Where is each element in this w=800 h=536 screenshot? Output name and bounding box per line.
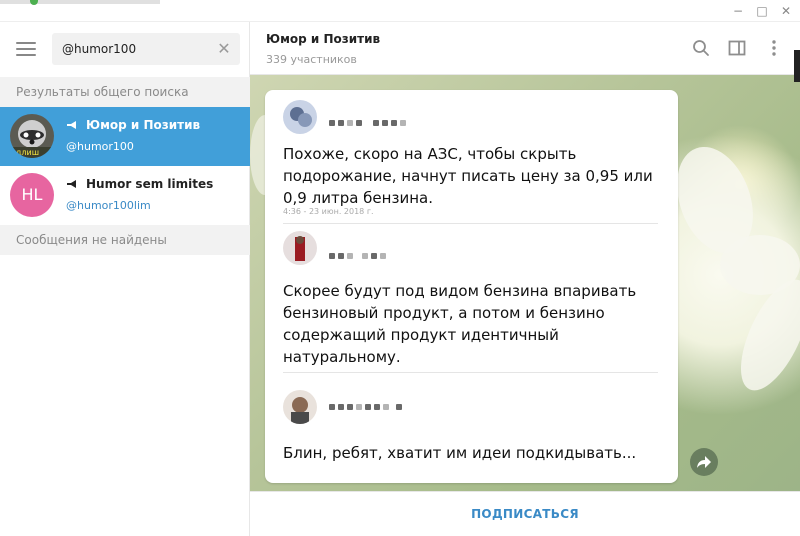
chat-panel: Юмор и Позитив 339 участников Похоже, ск… <box>250 22 800 536</box>
search-result-humor100lim[interactable]: HL Humor sem limites @humor100lim <box>0 166 250 225</box>
author-name-blurred <box>329 395 405 410</box>
author-name-blurred <box>329 244 389 259</box>
message-divider <box>283 223 658 224</box>
result-title-text: Humor sem limites <box>86 177 214 191</box>
search-result-humor100[interactable]: одлиш Юмор и Позитив @humor100 <box>0 107 250 166</box>
avatar-caption: одлиш <box>11 148 39 157</box>
section-global-results: Результаты общего поиска <box>0 77 250 107</box>
author-avatar <box>283 231 317 265</box>
channel-avatar-initials: HL <box>10 173 54 217</box>
title-bar: − □ ✕ <box>0 0 800 22</box>
chat-subtitle: 339 участников <box>266 53 357 66</box>
forward-icon <box>697 456 711 468</box>
forward-button[interactable] <box>690 448 718 476</box>
message-text: Скорее будут под видом бензина впаривать… <box>283 282 637 366</box>
channel-avatar: одлиш <box>10 114 54 158</box>
message-divider <box>283 372 658 373</box>
clear-search-icon[interactable]: ✕ <box>216 40 232 58</box>
author-name-blurred <box>329 111 409 126</box>
message-text: Похоже, скоро на АЗС, чтобы скрыть подор… <box>283 145 653 207</box>
close-window-button[interactable]: ✕ <box>776 3 796 19</box>
search-icon[interactable] <box>691 38 711 58</box>
message-text: Блин, ребят, хватит им идеи подкидывать.… <box>283 444 637 462</box>
minimize-button[interactable]: − <box>728 3 748 19</box>
sidebar: ✕ Результаты общего поиска одлиш <box>0 22 250 536</box>
telegram-window: − □ ✕ ✕ Результаты общего поиска <box>0 0 800 536</box>
result-title: Юмор и Позитив <box>66 118 200 132</box>
message-bubble[interactable]: Похоже, скоро на АЗС, чтобы скрыть подор… <box>265 90 678 483</box>
result-handle: @humor100 <box>66 140 134 153</box>
result-title: Humor sem limites <box>66 177 213 191</box>
chat-background: Похоже, скоро на АЗС, чтобы скрыть подор… <box>250 75 800 491</box>
chat-footer: ПОДПИСАТЬСЯ <box>250 491 800 536</box>
megaphone-icon <box>67 121 76 129</box>
hamburger-menu-icon[interactable] <box>16 42 36 58</box>
window-edge-strip <box>794 50 800 82</box>
app-logo-icon <box>30 0 38 5</box>
more-options-icon[interactable] <box>764 38 784 58</box>
maximize-button[interactable]: □ <box>752 3 772 19</box>
result-title-text: Юмор и Позитив <box>86 118 201 132</box>
chat-header[interactable]: Юмор и Позитив 339 участников <box>250 22 800 75</box>
search-input[interactable] <box>52 33 212 65</box>
author-avatar <box>283 100 317 134</box>
sidebar-toggle-icon[interactable] <box>727 38 747 58</box>
message-time: 4:36 - 23 июн. 2018 г. <box>283 207 374 216</box>
subscribe-button[interactable]: ПОДПИСАТЬСЯ <box>250 492 800 536</box>
title-bar-strip <box>0 0 160 4</box>
chat-title: Юмор и Позитив <box>266 32 381 46</box>
section-messages-not-found: Сообщения не найдены <box>0 225 250 255</box>
result-handle: @humor100lim <box>66 199 151 212</box>
search-box: ✕ <box>52 33 240 65</box>
author-avatar <box>283 390 317 424</box>
megaphone-icon <box>67 180 76 188</box>
